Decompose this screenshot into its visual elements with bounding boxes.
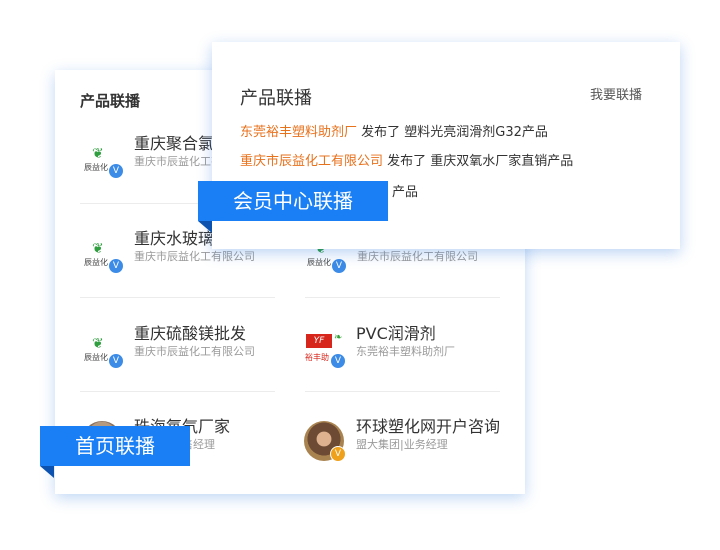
avatar: V xyxy=(304,421,346,462)
item-company: 盟大集团|业务经理 xyxy=(356,438,448,451)
item-name: 重庆硫酸镁批发 xyxy=(134,324,247,343)
verified-badge-icon: V xyxy=(108,353,124,369)
home-broadcast-label: 首页联播 xyxy=(40,426,190,466)
item-company: 重庆市辰益化工有限公司 xyxy=(134,345,255,358)
feed-item[interactable]: 产品 xyxy=(392,181,418,200)
card-title: 产品联播 xyxy=(80,92,141,110)
list-item[interactable]: ❦ 辰益化 V 重庆硫酸镁批发 重庆市辰益化工有限公司 xyxy=(82,320,282,376)
feed-company[interactable]: 重庆市辰益化工有限公司 xyxy=(240,154,383,169)
label-fold xyxy=(40,466,54,478)
feed-product[interactable]: 产品 xyxy=(392,185,418,200)
item-company: 重庆市辰益化工有限公司 xyxy=(357,250,478,263)
item-name: PVC润滑剂 xyxy=(356,324,436,343)
leaf-icon: ❦ xyxy=(92,146,104,162)
company-logo: ❦ 辰益化 V xyxy=(82,138,124,179)
item-company: 东莞裕丰塑料助剂厂 xyxy=(356,345,455,358)
company-logo: YF ❧ 裕丰助 V xyxy=(304,328,346,369)
card-title: 产品联播 xyxy=(240,88,312,109)
list-item[interactable]: V 环球塑化网开户咨询 盟大集团|业务经理 xyxy=(304,413,504,469)
leaf-icon: ❦ xyxy=(92,241,104,257)
feed-product[interactable]: 塑料光亮润滑剂G32产品 xyxy=(404,125,548,140)
divider xyxy=(80,297,275,298)
divider xyxy=(305,391,500,392)
leaf-icon: ❦ xyxy=(92,336,104,352)
feed-product[interactable]: 重庆双氧水厂家直销产品 xyxy=(430,154,573,169)
join-broadcast-link[interactable]: 我要联播 xyxy=(590,84,642,103)
company-logo: ❦ 辰益化 V xyxy=(82,328,124,369)
feed-item[interactable]: 东莞裕丰塑料助剂厂 发布了 塑料光亮润滑剂G32产品 xyxy=(240,121,548,140)
verified-badge-icon: V xyxy=(108,163,124,179)
item-name: 环球塑化网开户咨询 xyxy=(356,417,501,436)
leaf-icon: ❧ xyxy=(334,332,343,343)
member-broadcast-label: 会员中心联播 xyxy=(198,181,388,221)
verified-badge-icon: V xyxy=(331,258,347,274)
feed-item[interactable]: 重庆市辰益化工有限公司 发布了 重庆双氧水厂家直销产品 xyxy=(240,150,573,169)
divider xyxy=(80,391,275,392)
item-company: 重庆市辰益化工有限公司 xyxy=(134,250,255,263)
verified-badge-icon: V xyxy=(330,446,346,462)
company-logo: ❦ 辰益化 V xyxy=(82,233,124,274)
verified-badge-icon: V xyxy=(108,258,124,274)
list-item[interactable]: YF ❧ 裕丰助 V PVC润滑剂 东莞裕丰塑料助剂厂 xyxy=(304,320,504,376)
label-fold xyxy=(198,221,212,233)
divider xyxy=(305,297,500,298)
verified-badge-icon: V xyxy=(330,353,346,369)
feed-company[interactable]: 东莞裕丰塑料助剂厂 xyxy=(240,125,357,140)
